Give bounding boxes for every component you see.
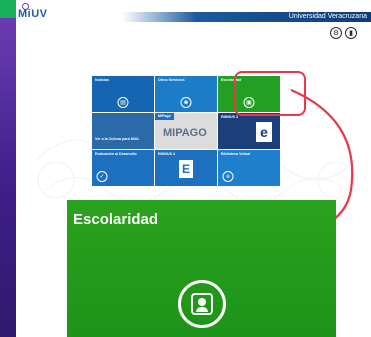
- id-card-icon: [177, 280, 226, 328]
- zoom-title: Escolaridad: [73, 211, 159, 228]
- page: MiUV Universidad Veracruzana ⚙ ▮ Noticia…: [16, 0, 371, 337]
- id-card-square: [190, 293, 213, 315]
- escolaridad-zoom-tile[interactable]: Escolaridad: [67, 200, 336, 337]
- left-decor-green: [0, 0, 16, 18]
- left-decor-band: [0, 0, 16, 337]
